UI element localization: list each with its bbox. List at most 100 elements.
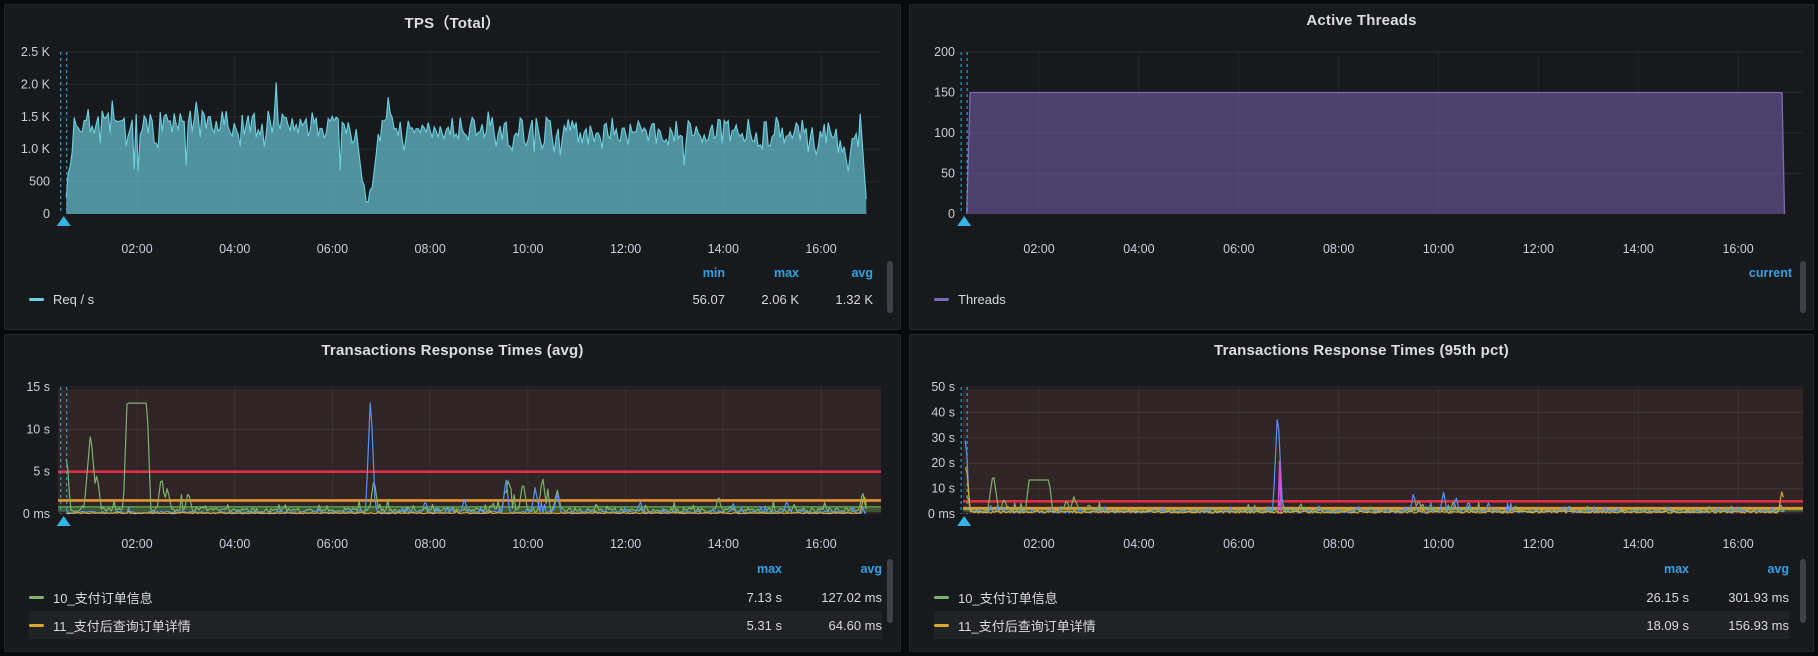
svg-text:04:00: 04:00 (219, 537, 250, 551)
svg-text:5 s: 5 s (33, 465, 50, 479)
svg-text:0: 0 (43, 207, 50, 221)
legend-series-label: Req / s (53, 292, 95, 307)
legend-scrollbar[interactable] (1800, 261, 1806, 313)
legend-row-query-order-detail[interactable]: 11_支付后查询订单详情 18.09 s 156.93 ms (934, 611, 1789, 639)
svg-text:150: 150 (934, 86, 955, 100)
svg-text:16:00: 16:00 (805, 537, 836, 551)
svg-text:30 s: 30 s (931, 431, 955, 445)
svg-text:0: 0 (948, 207, 955, 221)
rt-95pct-legend: max avg 10_支付订单信息 26.15 s 301.93 ms 11_支… (934, 555, 1789, 639)
legend-max-value: 7.13 s (746, 589, 782, 605)
legend-header-max[interactable]: max (682, 562, 782, 576)
svg-text:14:00: 14:00 (1623, 242, 1654, 256)
svg-text:04:00: 04:00 (1123, 242, 1154, 256)
panel-0: TPS（Total） 02:00 04:00 06:00 08:00 10:00 12:0… (4, 4, 901, 330)
svg-text:08:00: 08:00 (415, 537, 446, 551)
legend-avg-value: 156.93 ms (1728, 617, 1789, 633)
panel-3: Transactions Response Times (95th pct) 0… (909, 334, 1814, 652)
svg-text:12:00: 12:00 (1523, 537, 1554, 551)
legend-series-label: Threads (958, 292, 1006, 307)
series-color-dash (29, 298, 44, 301)
svg-text:02:00: 02:00 (1023, 537, 1054, 551)
svg-text:200: 200 (934, 45, 955, 59)
svg-text:12:00: 12:00 (610, 537, 641, 551)
legend-series-label: 10_支付订单信息 (958, 590, 1058, 606)
legend-header-current[interactable]: current (1696, 266, 1792, 280)
svg-text:50 s: 50 s (931, 380, 955, 394)
svg-text:06:00: 06:00 (317, 242, 348, 256)
svg-text:2.5 K: 2.5 K (21, 45, 51, 59)
svg-text:1.5 K: 1.5 K (21, 110, 51, 124)
legend-series-label: 10_支付订单信息 (53, 590, 153, 606)
threads-legend: current Threads (934, 259, 1792, 313)
svg-text:20 s: 20 s (931, 456, 955, 470)
series-color-dash (29, 623, 44, 627)
svg-text:10:00: 10:00 (1423, 242, 1454, 256)
svg-text:10:00: 10:00 (512, 537, 543, 551)
legend-scrollbar[interactable] (887, 559, 893, 623)
legend-header-row: current (934, 259, 1792, 286)
panel-2: Transactions Response Times (avg) 02:00 0… (4, 334, 901, 652)
legend-avg-value: 64.60 ms (828, 617, 882, 633)
legend-header-avg[interactable]: avg (1689, 562, 1789, 576)
svg-text:2.0 K: 2.0 K (21, 77, 51, 91)
svg-text:02:00: 02:00 (1023, 242, 1054, 256)
svg-text:08:00: 08:00 (1323, 242, 1354, 256)
svg-text:0 ms: 0 ms (23, 507, 50, 521)
legend-avg-value: 301.93 ms (1728, 589, 1789, 605)
svg-text:40 s: 40 s (931, 405, 955, 419)
series-color-dash (934, 595, 949, 599)
svg-text:50: 50 (941, 167, 955, 181)
legend-row-pay-order-info[interactable]: 10_支付订单信息 7.13 s 127.02 ms (29, 583, 882, 611)
svg-text:04:00: 04:00 (219, 242, 250, 256)
legend-header-avg[interactable]: avg (782, 562, 882, 576)
legend-avg-value: 127.02 ms (821, 589, 882, 605)
svg-text:08:00: 08:00 (415, 242, 446, 256)
svg-text:15 s: 15 s (26, 380, 50, 394)
legend-min-value: 56.07 (692, 292, 725, 307)
legend-max-value: 18.09 s (1646, 617, 1689, 633)
legend-series-label: 11_支付后查询订单详情 (958, 618, 1096, 634)
legend-header-max[interactable]: max (725, 266, 799, 280)
svg-text:16:00: 16:00 (805, 242, 836, 256)
series-color-dash (934, 298, 949, 301)
legend-row-reqs[interactable]: Req / s 56.07 2.06 K 1.32 K (29, 286, 873, 313)
rt-avg-legend: max avg 10_支付订单信息 7.13 s 127.02 ms 11_支付… (29, 555, 882, 639)
legend-header-row: max avg (934, 555, 1789, 583)
svg-text:06:00: 06:00 (317, 537, 348, 551)
svg-text:16:00: 16:00 (1722, 242, 1753, 256)
legend-row-pay-order-info[interactable]: 10_支付订单信息 26.15 s 301.93 ms (934, 583, 1789, 611)
svg-text:10 s: 10 s (26, 422, 50, 436)
legend-row-query-order-detail[interactable]: 11_支付后查询订单详情 5.31 s 64.60 ms (29, 611, 882, 639)
svg-text:0 ms: 0 ms (928, 507, 955, 521)
svg-text:02:00: 02:00 (121, 242, 152, 256)
tps-legend: min max avg Req / s 56.07 2.06 K 1.32 K (29, 259, 873, 313)
legend-max-value: 2.06 K (761, 292, 799, 307)
svg-text:10:00: 10:00 (1423, 537, 1454, 551)
legend-header-max[interactable]: max (1589, 562, 1689, 576)
legend-avg-value: 1.32 K (835, 292, 873, 307)
legend-series-label: 11_支付后查询订单详情 (53, 618, 191, 634)
series-color-dash (934, 623, 949, 627)
svg-text:02:00: 02:00 (121, 537, 152, 551)
series-color-dash (29, 595, 44, 599)
svg-text:500: 500 (29, 175, 50, 189)
legend-scrollbar[interactable] (1800, 559, 1806, 623)
panel-1: Active Threads 02:00 04:00 06:00 08:00 10:00… (909, 4, 1814, 330)
legend-max-value: 26.15 s (1646, 589, 1689, 605)
svg-text:06:00: 06:00 (1223, 537, 1254, 551)
svg-text:12:00: 12:00 (1523, 242, 1554, 256)
grafana-dashboard: TPS（Total） 02:00 04:00 06:00 08:00 10:00 12:0… (0, 0, 1818, 656)
svg-text:10:00: 10:00 (512, 242, 543, 256)
svg-text:14:00: 14:00 (708, 537, 739, 551)
svg-text:14:00: 14:00 (1623, 537, 1654, 551)
svg-text:06:00: 06:00 (1223, 242, 1254, 256)
svg-text:14:00: 14:00 (708, 242, 739, 256)
svg-text:100: 100 (934, 126, 955, 140)
legend-header-row: max avg (29, 555, 882, 583)
legend-header-min[interactable]: min (652, 266, 725, 280)
legend-scrollbar[interactable] (887, 261, 893, 313)
legend-row-threads[interactable]: Threads (934, 286, 1792, 313)
svg-text:08:00: 08:00 (1323, 537, 1354, 551)
legend-header-avg[interactable]: avg (799, 266, 873, 280)
